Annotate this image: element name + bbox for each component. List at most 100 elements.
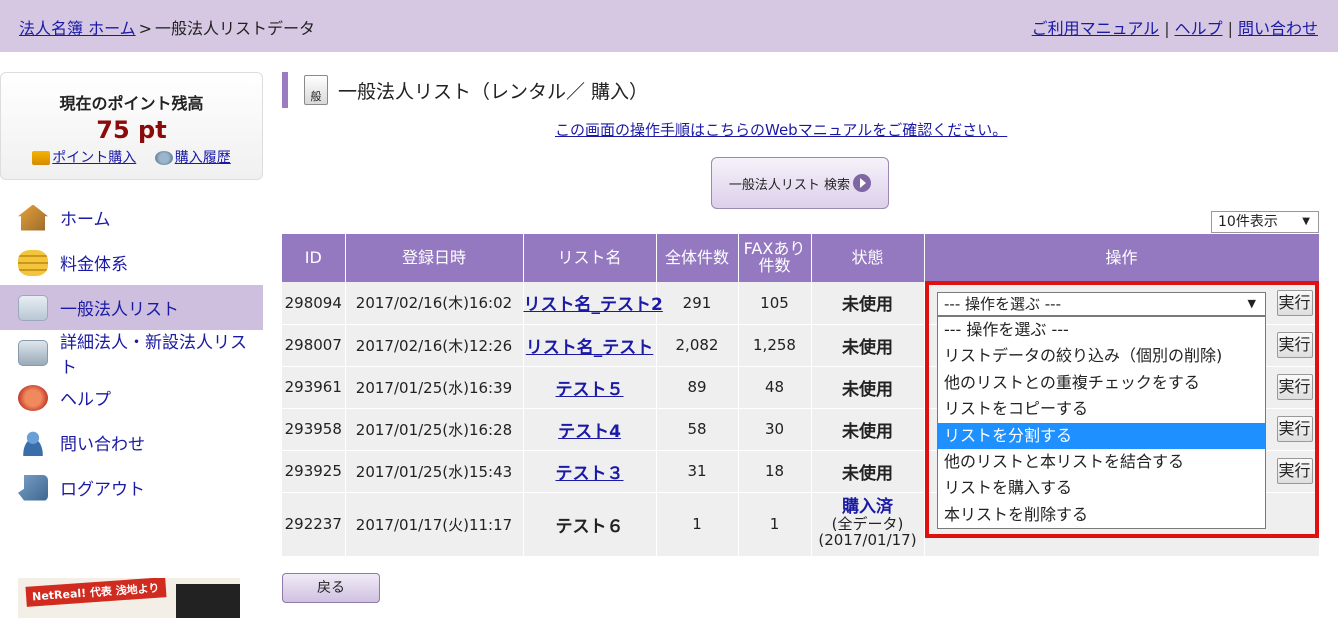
- cell-date: 2017/02/16(木)12:26: [345, 324, 524, 367]
- web-manual-link[interactable]: この画面の操作手順はこちらのWebマニュアルをご確認ください。: [555, 119, 1007, 140]
- status-date: (2017/01/17): [818, 530, 917, 549]
- back-button[interactable]: 戻る: [282, 573, 380, 603]
- dropdown-option[interactable]: 他のリストとの重複チェックをする: [938, 370, 1265, 396]
- search-button-label: 一般法人リスト 検索: [728, 177, 851, 193]
- cell-id: 298007: [282, 324, 346, 367]
- list-name-link[interactable]: テスト５: [556, 380, 624, 400]
- column-header-ops: 操作: [924, 234, 1320, 282]
- sidebar-item-detail-list[interactable]: 詳細法人・新設法人リスト: [0, 330, 263, 378]
- cell-name: テスト4: [523, 408, 657, 451]
- link-divider: |: [1227, 19, 1233, 38]
- cell-status: 未使用: [811, 366, 925, 409]
- cell-total: 89: [656, 366, 739, 409]
- execute-button[interactable]: 実行: [1276, 332, 1313, 358]
- column-header-name: リスト名: [523, 234, 657, 282]
- arrow-right-icon: [853, 174, 872, 192]
- cart-icon: [32, 151, 51, 165]
- per-page-value: 10件表示: [1218, 214, 1278, 230]
- document-icon: 般: [304, 75, 328, 105]
- sidebar-item-help[interactable]: ヘルプ: [0, 375, 263, 420]
- purchase-history-link[interactable]: 購入履歴: [175, 150, 231, 166]
- sidebar-item-home[interactable]: ホーム: [0, 195, 263, 240]
- dropdown-option[interactable]: --- 操作を選ぶ ---: [938, 317, 1265, 343]
- cell-total: 58: [656, 408, 739, 451]
- cell-fax: 30: [738, 408, 812, 451]
- dropdown-option[interactable]: 他のリストと本リストを結合する: [938, 449, 1265, 475]
- chevron-down-icon: ▼: [1247, 297, 1256, 310]
- cell-id: 298094: [282, 282, 346, 325]
- cell-fax: 1,258: [738, 324, 812, 367]
- dropdown-option[interactable]: 本リストを削除する: [938, 502, 1265, 528]
- promo-banner[interactable]: NetReal! 代表 浅地より: [18, 578, 240, 618]
- column-header-date: 登録日時: [345, 234, 524, 282]
- sidebar-item-label: ログアウト: [60, 480, 145, 500]
- table-header-row: ID 登録日時 リスト名 全体件数 FAXあり件数 状態 操作: [282, 234, 1320, 282]
- cell-fax: 105: [738, 282, 812, 325]
- dropdown-option[interactable]: リストをコピーする: [938, 396, 1265, 422]
- sidebar-item-pricing[interactable]: 料金体系: [0, 240, 263, 285]
- column-header-status: 状態: [811, 234, 925, 282]
- sidebar-item-general-list[interactable]: 一般法人リスト: [0, 285, 263, 330]
- column-header-fax: FAXあり件数: [738, 234, 812, 282]
- sidebar-item-label: ホーム: [60, 210, 111, 230]
- document-icon-label: 般: [310, 90, 322, 103]
- cell-status: 未使用: [811, 450, 925, 493]
- buy-points-link[interactable]: ポイント購入: [52, 150, 136, 166]
- manual-link[interactable]: ご利用マニュアル: [1032, 19, 1160, 38]
- execute-button[interactable]: 実行: [1276, 289, 1313, 316]
- points-title: 現在のポイント残高: [59, 94, 204, 113]
- top-bar: 法人名簿 ホーム > 一般法人リストデータ ご利用マニュアル | ヘルプ | 問い合わせ: [0, 0, 1338, 52]
- title-accent: [282, 72, 288, 108]
- chevron-down-icon: ▼: [1302, 216, 1310, 227]
- cell-fax: 48: [738, 366, 812, 409]
- operation-dropdown-menu: --- 操作を選ぶ --- リストデータの絞り込み（個別の削除) 他のリストとの…: [937, 316, 1266, 530]
- house-icon: [18, 204, 48, 231]
- logout-icon: [18, 474, 48, 501]
- sidebar-item-label: ヘルプ: [60, 390, 111, 410]
- cell-name: テスト５: [523, 366, 657, 409]
- cell-date: 2017/01/25(水)16:39: [345, 366, 524, 409]
- list-name-link[interactable]: テスト4: [558, 422, 621, 442]
- cell-fax: 18: [738, 450, 812, 493]
- cell-date: 2017/02/16(木)16:02: [345, 282, 524, 325]
- column-header-id: ID: [282, 234, 346, 282]
- cell-status: 未使用: [811, 282, 925, 325]
- operation-select[interactable]: --- 操作を選ぶ --- ▼: [937, 292, 1266, 316]
- column-header-total: 全体件数: [656, 234, 739, 282]
- breadcrumb: 法人名簿 ホーム > 一般法人リストデータ: [19, 15, 315, 39]
- dropdown-option-highlighted[interactable]: リストを分割する: [938, 422, 1265, 449]
- link-divider: |: [1164, 19, 1170, 38]
- dropdown-option[interactable]: リストデータの絞り込み（個別の削除): [938, 343, 1265, 369]
- list-detail-icon: [18, 339, 48, 366]
- cell-status: 未使用: [811, 324, 925, 367]
- promo-tag: NetReal! 代表 浅地より: [25, 578, 167, 607]
- list-name-link[interactable]: リスト名_テスト: [526, 338, 654, 358]
- sidebar-item-logout[interactable]: ログアウト: [0, 465, 263, 510]
- cell-total: 1: [656, 492, 739, 557]
- points-value: 75 pt: [96, 116, 167, 144]
- page-title: 一般法人リスト（レンタル／ 購入）: [338, 80, 649, 103]
- support-person-icon: [18, 429, 48, 456]
- cell-name: テスト６: [523, 492, 657, 557]
- contact-link[interactable]: 問い合わせ: [1238, 19, 1318, 38]
- list-name-link[interactable]: リスト名_テスト2: [524, 295, 663, 315]
- breadcrumb-current: 一般法人リストデータ: [155, 19, 316, 38]
- cell-id: 293925: [282, 450, 346, 493]
- help-link[interactable]: ヘルプ: [1175, 19, 1223, 38]
- cell-status: 未使用: [811, 408, 925, 451]
- dropdown-option[interactable]: リストを購入する: [938, 475, 1265, 501]
- execute-button[interactable]: 実行: [1276, 374, 1313, 400]
- list-name-link[interactable]: テスト３: [556, 464, 624, 484]
- history-icon: [154, 151, 173, 165]
- breadcrumb-home-link[interactable]: 法人名簿 ホーム: [19, 19, 136, 38]
- cell-fax: 1: [738, 492, 812, 557]
- execute-button[interactable]: 実行: [1276, 458, 1313, 484]
- execute-button[interactable]: 実行: [1276, 416, 1313, 442]
- per-page-select[interactable]: 10件表示 ▼: [1211, 211, 1319, 233]
- sidebar-item-label: 問い合わせ: [60, 435, 145, 455]
- cell-id: 293961: [282, 366, 346, 409]
- cell-total: 2,082: [656, 324, 739, 367]
- list-search-button[interactable]: 一般法人リスト 検索: [711, 157, 889, 209]
- sidebar-item-contact[interactable]: 問い合わせ: [0, 420, 263, 465]
- cell-total: 31: [656, 450, 739, 493]
